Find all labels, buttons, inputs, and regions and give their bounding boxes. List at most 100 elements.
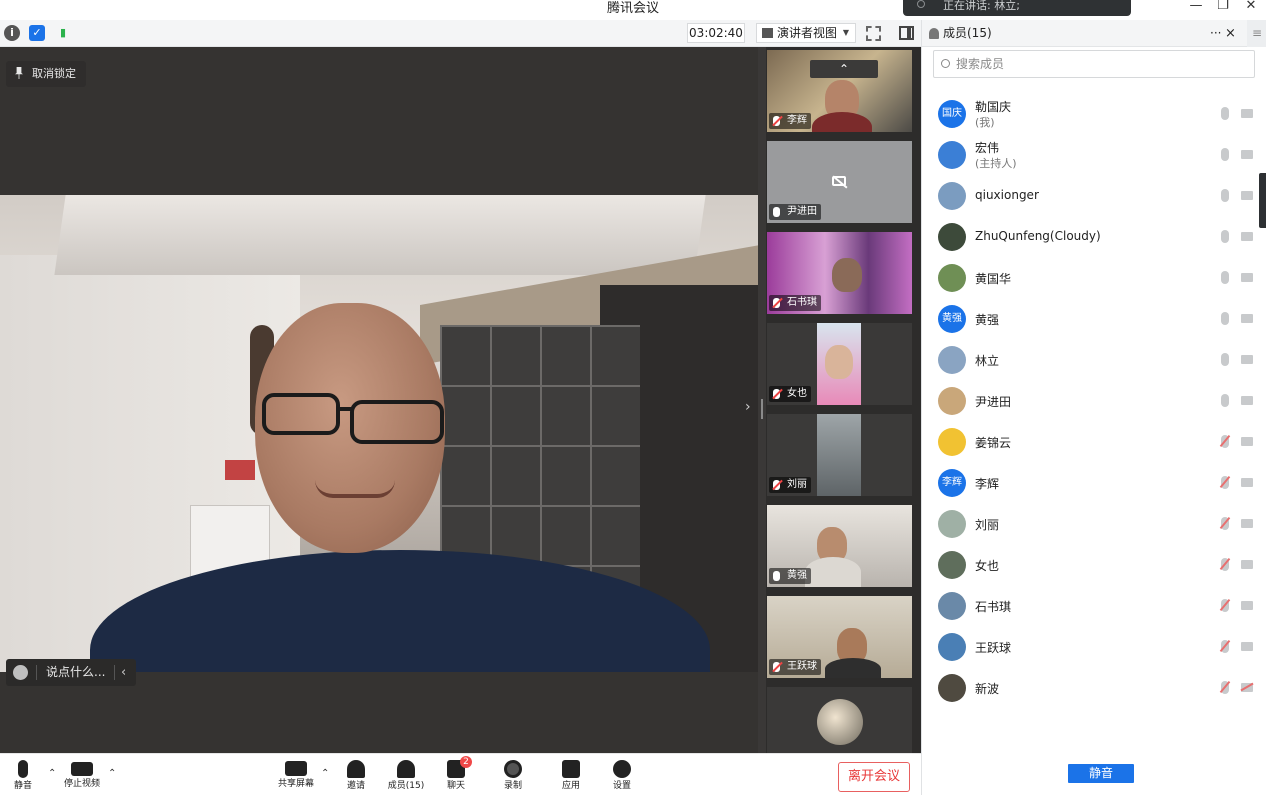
participant-thumbnail[interactable]: 王跃球 bbox=[767, 596, 912, 678]
video-camera-icon[interactable] bbox=[1241, 642, 1253, 651]
video-camera-icon[interactable] bbox=[1241, 519, 1253, 528]
mic-muted-icon[interactable] bbox=[1221, 435, 1229, 448]
video-camera-icon[interactable] bbox=[1241, 150, 1253, 159]
chevron-up-icon[interactable]: ⌃ bbox=[48, 768, 56, 779]
microphone-icon[interactable] bbox=[1221, 189, 1229, 202]
participant-thumbnail[interactable]: ⌃ 李辉 bbox=[767, 50, 912, 132]
minimize-button[interactable]: — bbox=[1183, 0, 1209, 16]
microphone-icon[interactable] bbox=[1221, 353, 1229, 366]
video-camera-icon[interactable] bbox=[1241, 478, 1253, 487]
member-name: 王跃球 bbox=[975, 641, 1012, 655]
member-row[interactable]: 尹进田 bbox=[922, 381, 1266, 422]
member-row[interactable]: 石书琪 bbox=[922, 586, 1266, 627]
video-camera-icon[interactable] bbox=[1241, 355, 1253, 364]
microphone-icon[interactable] bbox=[1221, 312, 1229, 325]
member-row[interactable]: 姜锦云 bbox=[922, 422, 1266, 463]
video-camera-icon[interactable] bbox=[1241, 273, 1253, 282]
member-row[interactable]: 宏伟 (主持人) bbox=[922, 135, 1266, 176]
member-row[interactable]: 李辉 李辉 bbox=[922, 463, 1266, 504]
participant-thumbnail[interactable]: 黄强 bbox=[767, 505, 912, 587]
video-camera-icon[interactable] bbox=[1241, 437, 1253, 446]
scroll-handle[interactable] bbox=[1259, 173, 1266, 228]
member-name: 姜锦云 bbox=[975, 436, 1012, 450]
microphone-icon[interactable] bbox=[1221, 394, 1229, 407]
restore-button[interactable]: ❐ bbox=[1210, 0, 1236, 16]
video-camera-icon[interactable] bbox=[1241, 232, 1253, 241]
member-row[interactable]: 黄强 黄强 bbox=[922, 299, 1266, 340]
member-role: (主持人) bbox=[975, 157, 1017, 170]
chat-button[interactable]: 2 聊天 bbox=[436, 756, 476, 795]
mute-button[interactable]: 静音 bbox=[3, 758, 43, 795]
member-row[interactable]: 王跃球 bbox=[922, 627, 1266, 668]
member-name: 石书琪 bbox=[975, 600, 1012, 614]
video-camera-icon[interactable] bbox=[1241, 191, 1253, 200]
share-screen-button[interactable]: 共享屏幕 bbox=[276, 758, 316, 795]
participant-thumbnail[interactable]: 石书琪 bbox=[767, 232, 912, 314]
member-row[interactable]: 国庆 勒国庆 (我) bbox=[922, 94, 1266, 135]
microphone-icon[interactable] bbox=[1221, 271, 1229, 284]
unpin-button[interactable]: 取消锁定 bbox=[6, 61, 86, 87]
bottom-control-bar: 静音 ⌃ 停止视频 ⌃ 共享屏幕 ⌃ 邀请 成员(15) 2 聊天 录制 应用 … bbox=[0, 753, 921, 795]
signal-icon[interactable]: ▮ bbox=[55, 25, 71, 41]
members-button[interactable]: 成员(15) bbox=[386, 758, 426, 795]
info-icon[interactable]: i bbox=[4, 25, 20, 41]
member-name: 刘丽 bbox=[975, 518, 1000, 532]
member-row[interactable]: 女也 bbox=[922, 545, 1266, 586]
quick-chat-input[interactable]: 说点什么... ‹ bbox=[6, 659, 136, 686]
emoji-icon[interactable] bbox=[13, 665, 28, 680]
close-icon[interactable]: × bbox=[1225, 20, 1236, 47]
camera-off-icon[interactable] bbox=[1241, 683, 1253, 692]
apps-button[interactable]: 应用 bbox=[551, 758, 591, 795]
video-camera-icon[interactable] bbox=[1241, 560, 1253, 569]
mic-muted-icon[interactable] bbox=[1221, 599, 1229, 612]
participant-thumbnail[interactable]: 刘丽 bbox=[767, 414, 912, 496]
toggle-panel-icon[interactable] bbox=[899, 26, 914, 40]
microphone-icon[interactable] bbox=[1221, 107, 1229, 120]
member-row[interactable]: 刘丽 bbox=[922, 504, 1266, 545]
microphone-icon[interactable] bbox=[1221, 230, 1229, 243]
stop-video-button[interactable]: 停止视频 bbox=[62, 758, 102, 795]
mic-muted-icon[interactable] bbox=[1221, 681, 1229, 694]
view-mode-select[interactable]: 演讲者视图 ▼ bbox=[756, 23, 856, 43]
member-row[interactable]: qiuxionger bbox=[922, 176, 1266, 217]
chevron-left-icon[interactable]: ‹ bbox=[121, 659, 126, 686]
mic-muted-icon[interactable] bbox=[1221, 640, 1229, 653]
mute-all-button[interactable]: 静音 bbox=[1068, 764, 1134, 783]
record-button[interactable]: 录制 bbox=[493, 758, 533, 795]
search-members-input[interactable]: 搜索成员 bbox=[933, 50, 1255, 78]
avatar bbox=[817, 699, 863, 745]
pin-icon bbox=[15, 67, 23, 79]
video-camera-icon[interactable] bbox=[1241, 314, 1253, 323]
member-row[interactable]: 黄国华 bbox=[922, 258, 1266, 299]
video-camera-icon[interactable] bbox=[1241, 109, 1253, 118]
member-row[interactable]: 林立 bbox=[922, 340, 1266, 381]
member-row[interactable]: ZhuQunfeng(Cloudy) bbox=[922, 217, 1266, 258]
invite-button[interactable]: 邀请 bbox=[336, 758, 376, 795]
mic-muted-icon[interactable] bbox=[1221, 558, 1229, 571]
unread-badge: 2 bbox=[460, 756, 472, 768]
participant-thumbnail[interactable] bbox=[767, 687, 912, 753]
more-options-icon[interactable]: ··· bbox=[1210, 20, 1221, 47]
shield-icon[interactable]: ✓ bbox=[29, 25, 45, 41]
participant-thumbnail[interactable]: 尹进田 bbox=[767, 141, 912, 223]
participant-thumbnail[interactable]: 女也 bbox=[767, 323, 912, 405]
mic-icon bbox=[917, 0, 925, 8]
chevron-up-icon[interactable]: ⌃ bbox=[321, 768, 329, 779]
close-window-button[interactable]: ✕ bbox=[1238, 0, 1264, 16]
video-camera-icon[interactable] bbox=[1241, 601, 1253, 610]
fullscreen-icon[interactable] bbox=[866, 26, 881, 41]
mic-muted-icon[interactable] bbox=[1221, 476, 1229, 489]
strip-resize-handle[interactable] bbox=[758, 47, 766, 753]
microphone-icon[interactable] bbox=[1221, 148, 1229, 161]
member-row[interactable]: 新波 bbox=[922, 668, 1266, 709]
member-role: (我) bbox=[975, 116, 995, 129]
mic-muted-icon[interactable] bbox=[1221, 517, 1229, 530]
video-camera-icon[interactable] bbox=[1241, 396, 1253, 405]
record-icon bbox=[504, 760, 522, 778]
settings-button[interactable]: 设置 bbox=[602, 758, 642, 795]
chevron-up-icon[interactable]: ⌃ bbox=[810, 60, 878, 78]
chevron-up-icon[interactable]: ⌃ bbox=[108, 768, 116, 779]
menu-icon[interactable]: ≡ bbox=[1247, 20, 1266, 47]
chevron-right-icon[interactable]: › bbox=[745, 399, 751, 415]
leave-meeting-button[interactable]: 离开会议 bbox=[838, 762, 910, 792]
